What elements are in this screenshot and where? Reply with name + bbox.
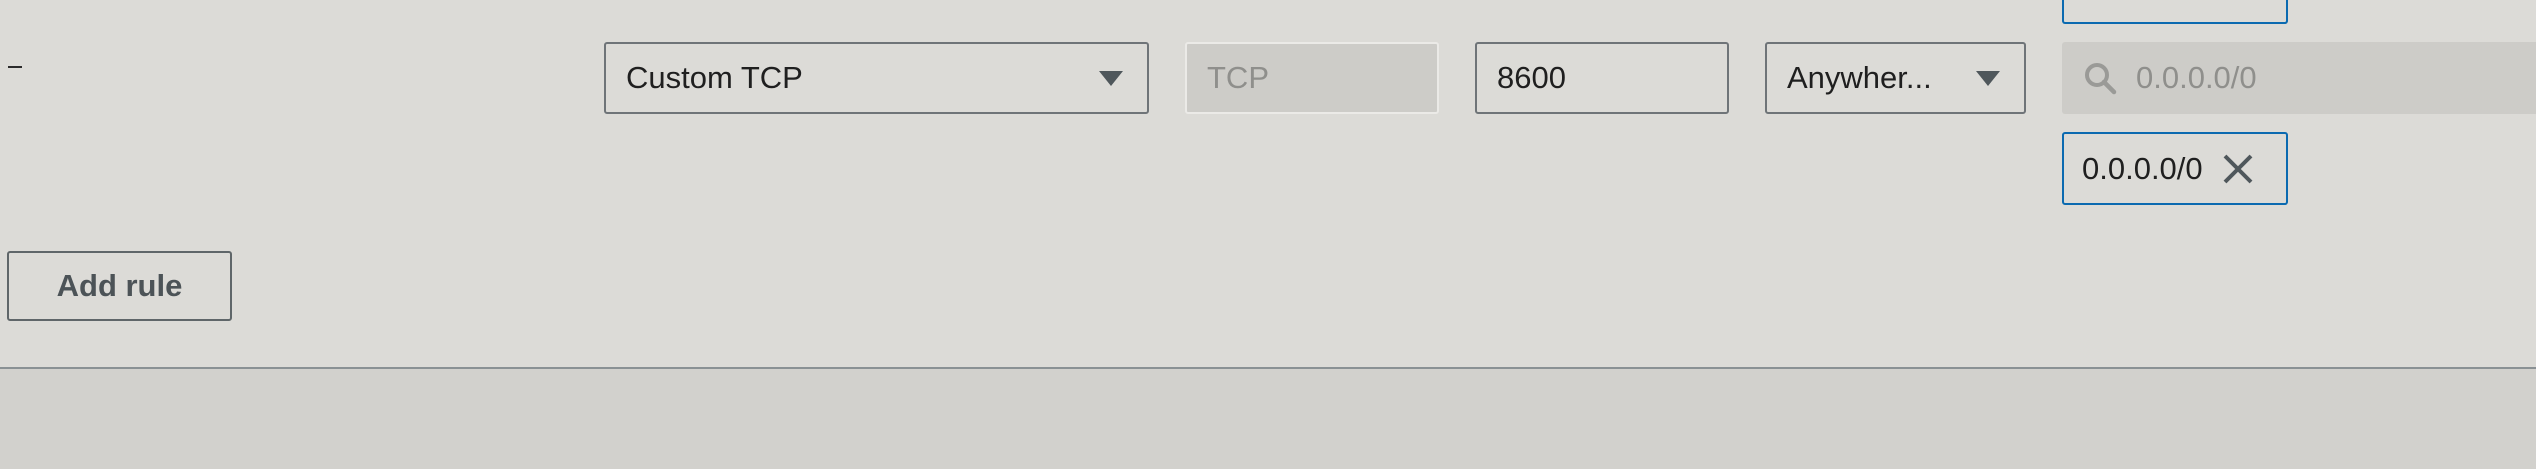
search-icon — [2085, 63, 2117, 95]
dash-icon — [8, 66, 22, 68]
add-rule-label: Add rule — [56, 268, 183, 303]
protocol-value: TCP — [1207, 60, 1269, 95]
source-search-input[interactable]: 0.0.0.0/0 — [2062, 42, 2536, 114]
source-search-placeholder: 0.0.0.0/0 — [2136, 60, 2257, 95]
caret-down-icon — [1976, 71, 2000, 86]
source-token: 0.0.0.0/0 — [2062, 132, 2288, 205]
page-footer-area — [0, 369, 2536, 469]
add-rule-button[interactable]: Add rule — [7, 251, 232, 321]
protocol-field: TCP — [1185, 42, 1439, 114]
source-type-select[interactable]: Anywher... — [1765, 42, 2026, 114]
source-token-label: 0.0.0.0/0 — [2082, 150, 2203, 186]
source-token-previous — [2062, 0, 2288, 24]
source-type-value: Anywher... — [1787, 60, 1932, 95]
port-range-input[interactable]: 8600 — [1475, 42, 1729, 114]
close-icon[interactable] — [2221, 152, 2255, 186]
type-value: Custom TCP — [626, 60, 803, 95]
port-range-value: 8600 — [1497, 60, 1566, 95]
inbound-rules-panel: Custom TCP TCP 8600 Anywher... 0.0.0.0/0… — [0, 0, 2536, 369]
type-select[interactable]: Custom TCP — [604, 42, 1149, 114]
caret-down-icon — [1099, 71, 1123, 86]
